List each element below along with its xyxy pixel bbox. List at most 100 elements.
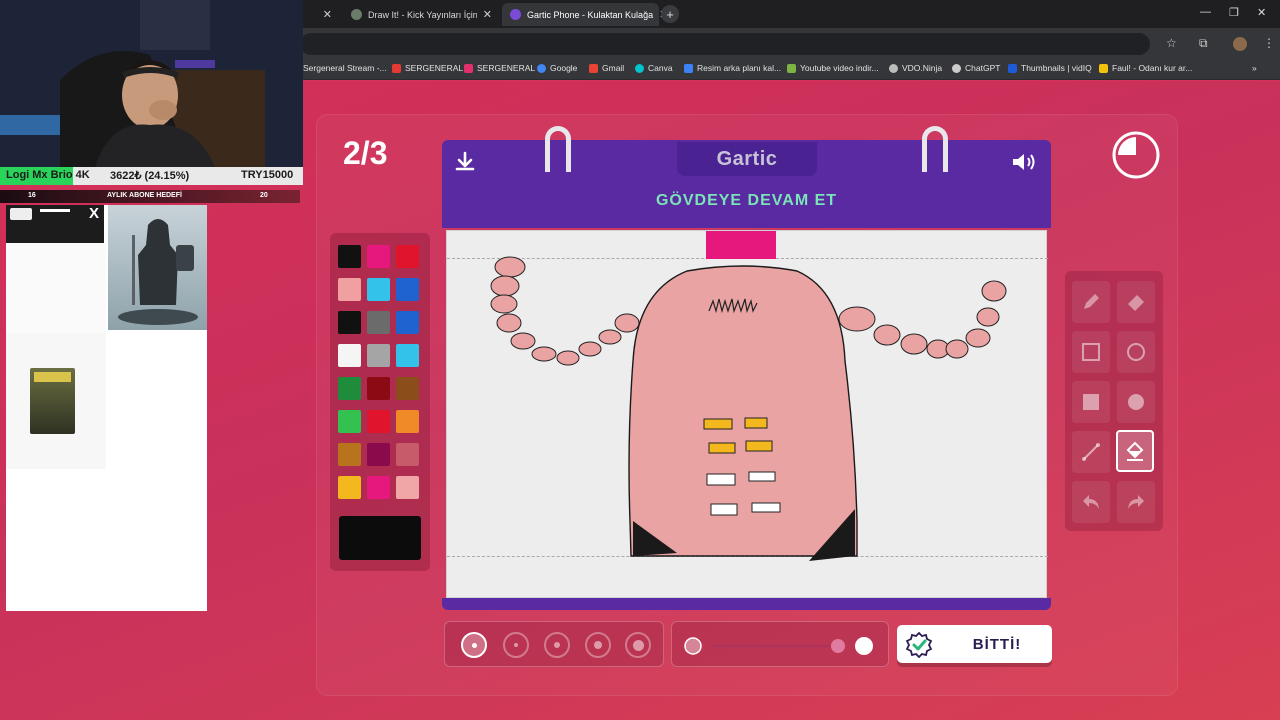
color-swatch[interactable] xyxy=(367,443,390,466)
eraser-tool[interactable] xyxy=(1117,281,1155,323)
drawing-canvas[interactable] xyxy=(446,230,1048,598)
color-swatch[interactable] xyxy=(396,311,419,334)
bookmark-label: Canva xyxy=(648,63,673,73)
color-swatch[interactable] xyxy=(367,245,390,268)
tab-close-icon[interactable]: ✕ xyxy=(483,8,492,21)
color-swatch[interactable] xyxy=(338,278,361,301)
color-swatch[interactable] xyxy=(367,344,390,367)
color-swatch[interactable] xyxy=(338,476,361,499)
extensions-icon[interactable]: ⧉ xyxy=(1199,36,1208,51)
chatgpt-icon xyxy=(952,63,961,73)
browser-tab[interactable]: ✕ xyxy=(300,3,340,26)
color-swatch[interactable] xyxy=(367,311,390,334)
sound-icon[interactable] xyxy=(1010,150,1040,174)
vidiq-icon xyxy=(1008,63,1017,73)
gartic-logo: Gartic xyxy=(677,142,817,176)
bookmark-item[interactable]: Canva xyxy=(635,63,673,73)
bookmark-item[interactable]: Faul! - Odanı kur ar... xyxy=(1099,63,1192,73)
instagram-icon xyxy=(464,63,473,73)
bookmark-item[interactable]: Google xyxy=(537,63,577,73)
brush-size-2[interactable] xyxy=(503,632,529,658)
color-swatch[interactable] xyxy=(367,377,390,400)
color-swatch[interactable] xyxy=(396,245,419,268)
color-swatch[interactable] xyxy=(338,377,361,400)
color-swatch[interactable] xyxy=(338,344,361,367)
product-image-statue xyxy=(108,205,207,330)
brush-size-1[interactable] xyxy=(461,632,487,658)
browser-tab-active[interactable]: Gartic Phone - Kulaktan Kulağa ✕ xyxy=(502,3,668,26)
panel-blank-area xyxy=(6,243,106,333)
donation-progress-text: 3622₺ (24.15%) xyxy=(110,170,190,182)
circle-filled-tool[interactable] xyxy=(1117,381,1155,423)
previous-drawing-neck xyxy=(706,231,776,259)
bookmark-item[interactable]: Sergeneral Stream -... xyxy=(303,63,387,73)
bookmark-item[interactable]: Resim arka planı kal... xyxy=(684,63,781,73)
done-button[interactable]: BİTTİ! xyxy=(897,625,1052,663)
maximize-icon[interactable]: ❐ xyxy=(1229,6,1239,19)
timer-icon xyxy=(1112,131,1160,179)
fill-bucket-icon xyxy=(1126,441,1144,461)
browser-tab[interactable]: Draw It! - Kick Yayınları İçin Çiz ✕ xyxy=(343,3,500,26)
color-swatch[interactable] xyxy=(396,410,419,433)
circle-outline-tool[interactable] xyxy=(1117,331,1155,373)
opacity-slider[interactable] xyxy=(671,621,889,667)
drawing-strokes xyxy=(490,231,1007,561)
brush-size-3[interactable] xyxy=(544,632,570,658)
subscriber-goal-bar: 16 AYLIK ABONE HEDEFİ 20 xyxy=(0,190,300,203)
canva-icon xyxy=(635,63,644,73)
bookmark-item[interactable]: ChatGPT xyxy=(952,63,1000,73)
bookmark-item[interactable]: Gmail xyxy=(589,63,624,73)
bookmark-star-icon[interactable]: ☆ xyxy=(1166,36,1177,50)
menu-kebab-icon[interactable]: ⋮ xyxy=(1263,36,1275,50)
rectangle-outline-icon xyxy=(1082,343,1100,361)
pencil-tool[interactable] xyxy=(1072,281,1110,323)
color-swatch[interactable] xyxy=(367,410,390,433)
color-swatch[interactable] xyxy=(396,344,419,367)
sub-goal-target: 20 xyxy=(260,192,268,199)
color-swatch[interactable] xyxy=(367,278,390,301)
color-swatch[interactable] xyxy=(396,377,419,400)
redo-icon xyxy=(1128,495,1144,509)
download-icon[interactable] xyxy=(453,150,477,174)
bookmark-label: Gmail xyxy=(602,63,625,73)
brush-size-selector xyxy=(444,621,664,667)
profile-avatar[interactable] xyxy=(1233,37,1247,51)
redo-tool[interactable] xyxy=(1117,481,1155,523)
bookmark-label: SERGENERAL xyxy=(477,63,536,73)
rectangle-outline-tool[interactable] xyxy=(1072,331,1110,373)
tab-label: Draw It! - Kick Yayınları İçin Çiz xyxy=(368,9,477,20)
minimize-icon[interactable]: — xyxy=(1200,6,1211,18)
promo-bar xyxy=(40,209,70,212)
bookmark-label: VDO.Ninja xyxy=(902,63,943,73)
vdo-ninja-icon xyxy=(889,63,898,73)
rectangle-filled-tool[interactable] xyxy=(1072,381,1110,423)
line-tool[interactable] xyxy=(1072,431,1110,473)
color-swatch[interactable] xyxy=(367,476,390,499)
new-tab-button[interactable]: + xyxy=(661,5,679,23)
donation-goal-bar: Logi Mx Brio 4K 3622₺ (24.15%) TRY15000 xyxy=(0,167,303,185)
bookmark-label: Faul! - Odanı kur ar... xyxy=(1112,63,1193,73)
pack-promo-card: X xyxy=(6,205,104,243)
color-swatch[interactable] xyxy=(396,278,419,301)
bookmarks-overflow-icon[interactable]: » xyxy=(1252,63,1257,73)
bookmark-item[interactable]: VDO.Ninja xyxy=(889,63,942,73)
brush-size-4[interactable] xyxy=(585,632,611,658)
color-swatch[interactable] xyxy=(338,443,361,466)
color-swatch[interactable] xyxy=(338,410,361,433)
color-swatch[interactable] xyxy=(396,476,419,499)
close-window-icon[interactable]: ✕ xyxy=(1257,6,1266,19)
bookmark-item[interactable]: Thumbnails | vidIQ xyxy=(1008,63,1092,73)
knight-statue-image xyxy=(118,219,198,325)
bookmark-item[interactable]: Youtube video indir... xyxy=(787,63,879,73)
color-swatch[interactable] xyxy=(338,311,361,334)
tab-close-icon[interactable]: ✕ xyxy=(323,8,332,21)
brush-size-5[interactable] xyxy=(625,632,651,658)
undo-tool[interactable] xyxy=(1072,481,1110,523)
bookmark-item[interactable]: SERGENERAL xyxy=(392,63,463,73)
address-bar[interactable] xyxy=(300,33,1150,55)
color-swatch[interactable] xyxy=(338,245,361,268)
bookmark-item[interactable]: SERGENERAL xyxy=(464,63,535,73)
color-swatch[interactable] xyxy=(396,443,419,466)
youtube-icon xyxy=(392,63,401,73)
fill-bucket-tool[interactable] xyxy=(1116,430,1154,472)
